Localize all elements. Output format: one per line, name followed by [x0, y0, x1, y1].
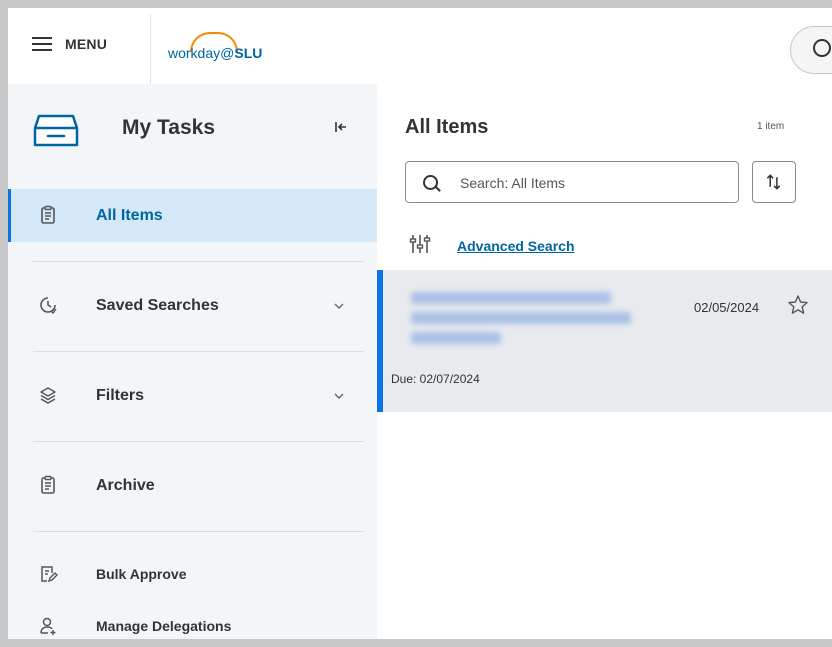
divider	[33, 531, 364, 532]
sort-arrows-icon	[766, 174, 781, 190]
sidebar-item-archive[interactable]: Archive	[8, 459, 377, 512]
clipboard-icon	[41, 205, 55, 224]
task-due-date: Due: 02/07/2024	[391, 372, 480, 386]
divider	[33, 351, 364, 352]
task-item[interactable]: 02/05/2024 Due: 02/07/2024	[377, 270, 832, 412]
collapse-sidebar-icon[interactable]	[334, 120, 348, 134]
menu-label: MENU	[65, 36, 108, 52]
search-input[interactable]	[458, 171, 722, 195]
menu-button[interactable]: MENU	[32, 36, 107, 52]
logo-org: SLU	[234, 45, 263, 61]
hamburger-icon	[32, 37, 52, 51]
search-field[interactable]	[405, 161, 739, 203]
sidebar-item-saved-searches[interactable]: Saved Searches	[8, 279, 377, 332]
redacted-task-title	[411, 332, 501, 344]
edit-document-icon	[41, 566, 58, 583]
logo-word: workday	[168, 45, 221, 61]
item-count: 1 item	[757, 121, 785, 132]
sidebar-item-label: Filters	[96, 386, 145, 404]
sidebar-item-filters[interactable]: Filters	[8, 369, 377, 422]
sliders-icon	[409, 235, 431, 253]
search-icon	[813, 39, 831, 57]
sidebar-header: My Tasks	[8, 84, 377, 182]
divider	[33, 261, 364, 262]
app-frame: MENU workday@SLU My Tasks All Items Save…	[0, 0, 832, 647]
clipboard-icon	[41, 475, 55, 494]
sidebar-item-label: Manage Delegations	[96, 618, 232, 634]
sidebar-title: My Tasks	[122, 116, 215, 139]
workday-logo[interactable]: workday@SLU	[168, 30, 288, 66]
layers-icon	[40, 387, 56, 404]
top-bar: MENU workday@SLU	[8, 8, 832, 85]
sidebar-item-label: All Items	[96, 206, 163, 224]
chevron-down-icon	[334, 393, 344, 399]
logo-at: @	[220, 45, 235, 61]
user-add-icon	[40, 617, 56, 635]
task-date: 02/05/2024	[694, 300, 760, 315]
sidebar-item-label: Saved Searches	[96, 296, 219, 314]
advanced-search-link[interactable]: Advanced Search	[457, 238, 575, 254]
sort-button[interactable]	[752, 161, 796, 203]
page-title: All Items	[405, 116, 489, 138]
chevron-down-icon	[334, 303, 344, 309]
search-icon	[423, 175, 438, 190]
sidebar-item-label: Bulk Approve	[96, 566, 187, 582]
top-divider	[150, 14, 151, 84]
inbox-tray-icon	[33, 114, 79, 147]
star-icon[interactable]	[787, 294, 809, 316]
sidebar: My Tasks All Items Saved Searches Filter…	[8, 84, 378, 639]
main-content: All Items 1 item Advanced Search 02/05/2…	[377, 84, 832, 639]
global-search-button[interactable]	[790, 26, 832, 74]
divider	[33, 441, 364, 442]
sidebar-item-label: Archive	[96, 476, 155, 494]
sidebar-item-manage-delegations[interactable]: Manage Delegations	[8, 606, 377, 639]
redacted-task-title	[411, 312, 631, 324]
redacted-task-title	[411, 292, 611, 304]
sidebar-item-all-items[interactable]: All Items	[8, 189, 377, 242]
sidebar-item-bulk-approve[interactable]: Bulk Approve	[8, 554, 377, 594]
clock-icon	[40, 297, 57, 315]
